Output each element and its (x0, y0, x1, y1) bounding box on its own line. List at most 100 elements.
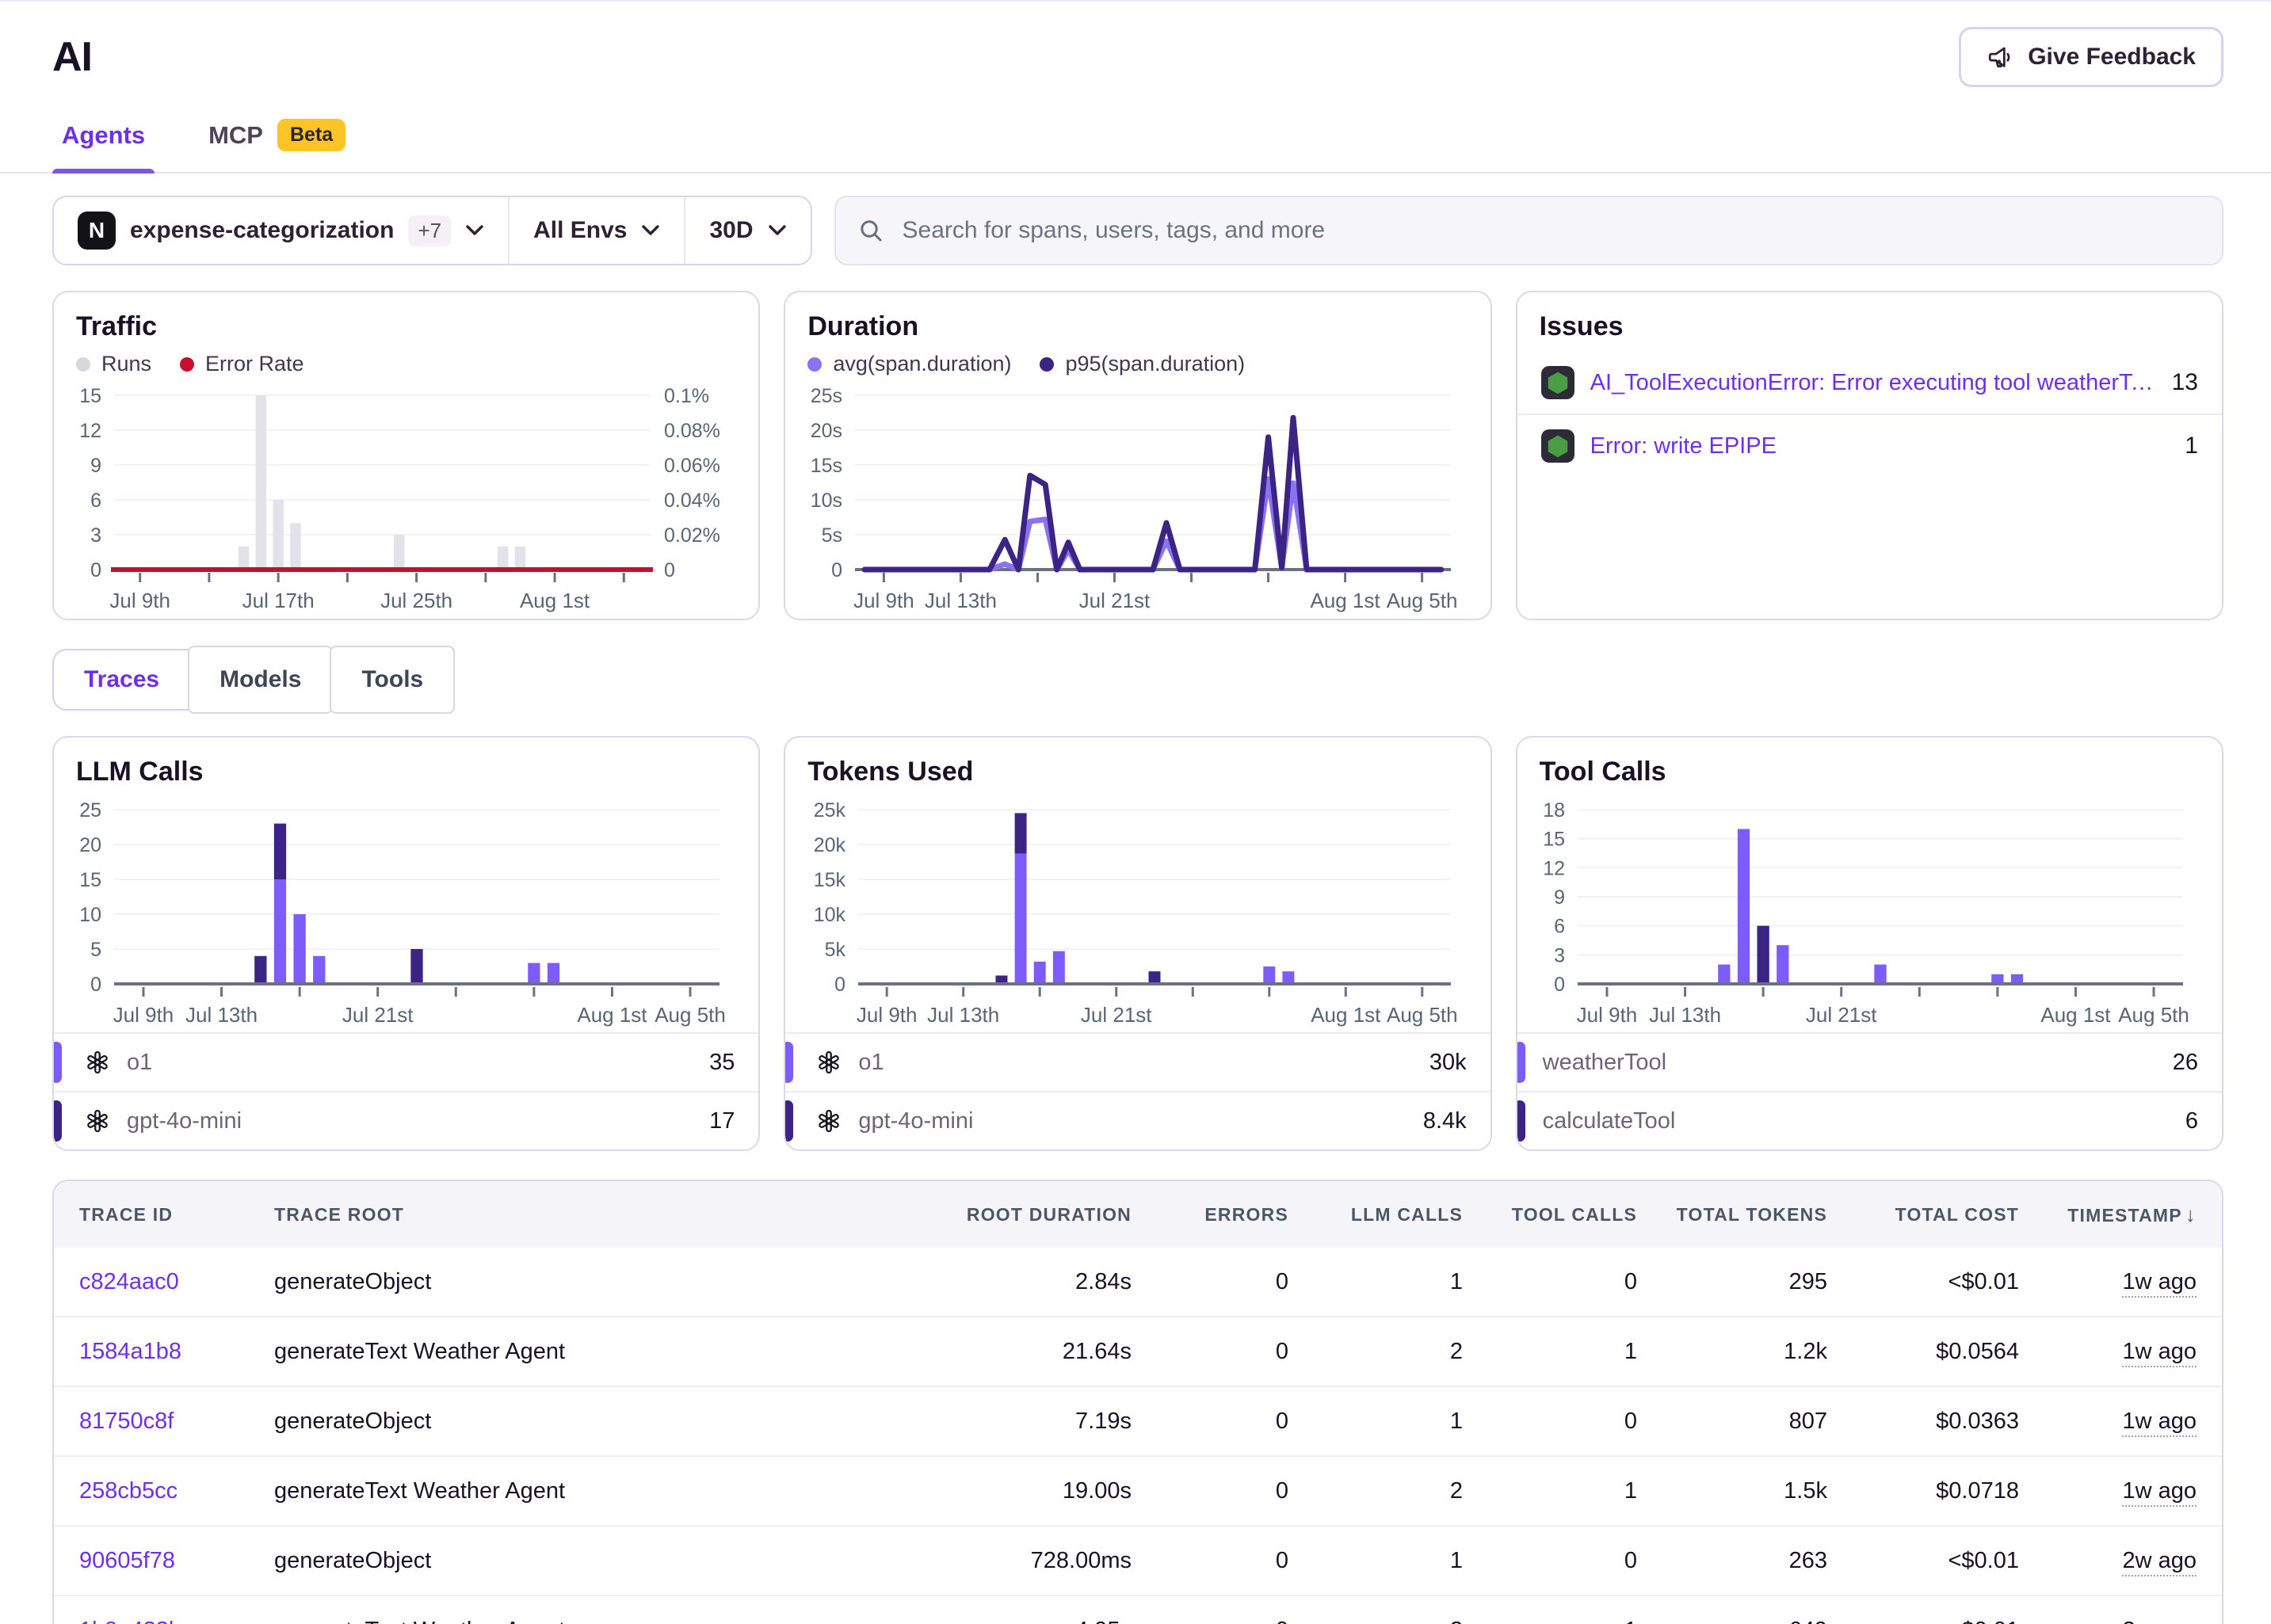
give-feedback-button[interactable]: Give Feedback (1959, 27, 2223, 87)
tab-models[interactable]: Models (188, 646, 333, 714)
trace-id-link[interactable]: 90605f78 (79, 1548, 274, 1574)
tool-calls-card: Tool Calls 0369121518Jul 9thJul 13thJul … (1516, 736, 2223, 1151)
numeric-cell: 7.19s (894, 1409, 1132, 1435)
issues-card-title: Issues (1540, 311, 2200, 342)
timestamp-value[interactable]: 2w ago (2122, 1618, 2197, 1624)
search-input[interactable] (899, 215, 2200, 246)
series-count: 17 (709, 1108, 735, 1134)
tokens-used-title: Tokens Used (807, 757, 1468, 787)
date-range-filter-label: 30D (709, 217, 753, 244)
svg-text:5: 5 (90, 939, 101, 961)
legend-item: Runs (76, 352, 151, 376)
chevron-down-icon (768, 224, 787, 237)
trace-id-link[interactable]: 81750c8f (79, 1409, 274, 1435)
environment-filter[interactable]: All Envs (510, 197, 685, 264)
column-header-tool-calls[interactable]: TOOL CALLS (1463, 1204, 1637, 1226)
column-header-total-tokens[interactable]: TOTAL TOKENS (1637, 1204, 1827, 1226)
series-count: 6 (2185, 1108, 2198, 1134)
numeric-cell: $0.0363 (1827, 1409, 2019, 1435)
nodejs-platform-icon (1541, 366, 1574, 399)
trace-id-link[interactable]: 258cb5cc (79, 1478, 274, 1504)
usage-breakdown-row: calculateTool6 (1517, 1092, 2222, 1149)
duration-card: Duration avg(span.duration) p95(span.dura… (784, 291, 1491, 620)
trace-id-link[interactable]: c824aac0 (79, 1269, 274, 1295)
trace-id-link[interactable]: 1584a1b8 (79, 1339, 274, 1365)
svg-text:5k: 5k (825, 939, 846, 961)
timestamp-cell: 1w ago (2019, 1478, 2197, 1504)
numeric-cell: 263 (1637, 1548, 1827, 1574)
svg-text:25: 25 (79, 799, 101, 822)
column-header-trace-root[interactable]: TRACE ROOT (274, 1204, 894, 1226)
svg-text:15s: 15s (811, 455, 842, 477)
openai-icon (817, 1050, 841, 1074)
trace-root-cell: generateText Weather Agent (274, 1339, 894, 1365)
tab-traces[interactable]: Traces (54, 650, 189, 709)
table-row: 90605f78generateObject728.00ms010263<$0.… (54, 1527, 2222, 1596)
chevron-down-icon (465, 224, 484, 237)
legend-label: p95(span.duration) (1065, 352, 1245, 376)
svg-text:Aug 1st: Aug 1st (2040, 1003, 2111, 1027)
column-header-llm-calls[interactable]: LLM CALLS (1288, 1204, 1463, 1226)
numeric-cell: 2.84s (894, 1269, 1132, 1295)
tab-mcp-label: MCP (208, 121, 263, 150)
issue-link[interactable]: Error: write EPIPE (1590, 433, 2170, 459)
tab-agents-label: Agents (62, 121, 145, 150)
svg-text:Jul 13th: Jul 13th (925, 589, 997, 612)
search-bar[interactable] (834, 196, 2223, 265)
table-row: 81750c8fgenerateObject7.19s010807$0.0363… (54, 1387, 2222, 1457)
svg-text:Aug 5th: Aug 5th (2118, 1003, 2189, 1027)
timestamp-value[interactable]: 2w ago (2122, 1548, 2197, 1576)
issue-link[interactable]: AI_ToolExecutionError: Error executing t… (1590, 370, 2156, 396)
column-header-trace-id[interactable]: TRACE ID (79, 1204, 274, 1226)
tool-calls-breakdown: weatherTool26calculateTool6 (1517, 1032, 2222, 1149)
svg-text:Jul 13th: Jul 13th (927, 1003, 999, 1027)
usage-breakdown-row: o135 (54, 1034, 758, 1092)
column-header-root-duration[interactable]: ROOT DURATION (894, 1204, 1132, 1226)
traffic-card: Traffic RunsError Rate 0030.02%60.04%90.… (52, 291, 760, 620)
svg-text:Jul 21st: Jul 21st (1079, 589, 1151, 612)
svg-text:0.08%: 0.08% (664, 420, 720, 442)
svg-text:Jul 13th: Jul 13th (1649, 1003, 1721, 1027)
nav-tabs: Agents MCP Beta (0, 106, 2271, 173)
filter-row: N expense-categorization +7 All Envs 30D (0, 173, 2271, 265)
openai-icon (86, 1109, 109, 1133)
issues-list: AI_ToolExecutionError: Error executing t… (1517, 352, 2222, 477)
svg-text:Jul 17th: Jul 17th (242, 589, 315, 612)
series-name: o1 (127, 1050, 692, 1076)
date-range-filter[interactable]: 30D (685, 197, 810, 264)
column-header-errors[interactable]: ERRORS (1132, 1204, 1288, 1226)
svg-text:12: 12 (1543, 857, 1565, 879)
svg-text:Jul 25th: Jul 25th (380, 589, 452, 612)
tool-calls-chart: 0369121518Jul 9thJul 13thJul 21stAug 1st… (1524, 794, 2216, 1031)
project-filter[interactable]: N expense-categorization +7 (54, 197, 510, 264)
tab-agents[interactable]: Agents (52, 106, 155, 172)
svg-text:18: 18 (1543, 799, 1565, 822)
openai-icon (86, 1050, 109, 1074)
timestamp-value[interactable]: 1w ago (2122, 1339, 2197, 1367)
column-header-timestamp[interactable]: TIMESTAMP↓ (2019, 1203, 2197, 1227)
svg-text:10: 10 (79, 904, 101, 926)
tab-mcp[interactable]: MCP Beta (199, 106, 355, 172)
timestamp-value[interactable]: 1w ago (2122, 1478, 2197, 1507)
legend-item: avg(span.duration) (807, 352, 1011, 376)
overview-cards: Traffic RunsError Rate 0030.02%60.04%90.… (0, 265, 2271, 620)
numeric-cell: 0 (1463, 1269, 1637, 1295)
svg-text:0: 0 (90, 974, 101, 996)
timestamp-value[interactable]: 1w ago (2122, 1269, 2197, 1298)
svg-text:20s: 20s (811, 420, 842, 442)
search-icon (858, 218, 884, 243)
tab-tools[interactable]: Tools (330, 646, 455, 714)
numeric-cell: 1 (1288, 1548, 1463, 1574)
traffic-chart: 0030.02%60.04%90.06%120.08%150.1%Jul 9th… (60, 379, 752, 617)
series-name: gpt-4o-mini (127, 1108, 692, 1134)
timestamp-value[interactable]: 1w ago (2122, 1409, 2197, 1437)
series-name: weatherTool (1543, 1050, 2155, 1076)
column-header-total-cost[interactable]: TOTAL COST (1827, 1204, 2019, 1226)
svg-text:6: 6 (1554, 916, 1565, 938)
trace-id-link[interactable]: 1b9a433b (79, 1618, 274, 1624)
issue-row: AI_ToolExecutionError: Error executing t… (1517, 352, 2222, 415)
series-count: 30k (1429, 1050, 1467, 1076)
duration-card-title: Duration (807, 311, 1468, 342)
trace-root-cell: generateText Weather Agent (274, 1478, 894, 1504)
usage-breakdown-row: gpt-4o-mini8.4k (785, 1092, 1490, 1149)
